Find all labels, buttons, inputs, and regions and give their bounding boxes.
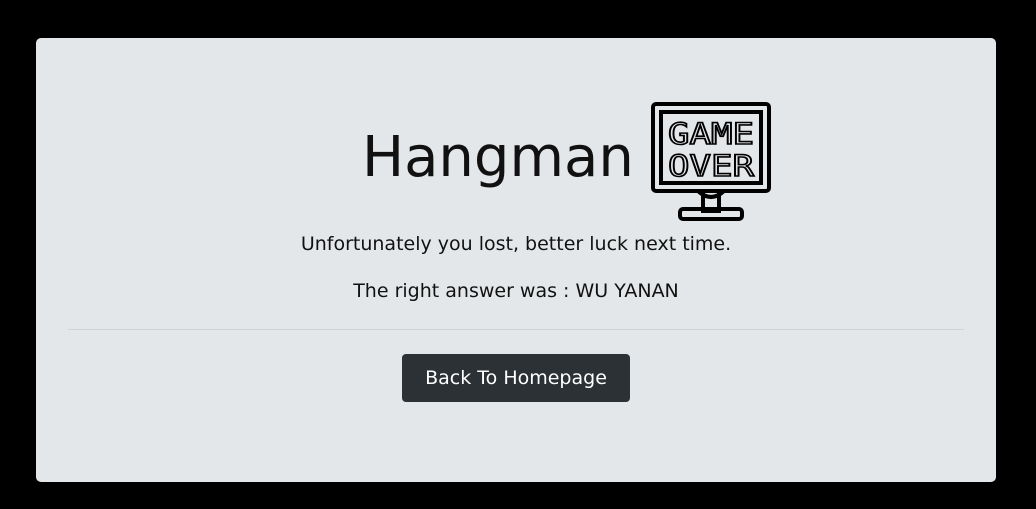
game-over-icon-text-over: OVER [668,149,755,183]
game-over-monitor-icon: GAME OVER [650,102,772,222]
title-row: Hangman GAME OVER [36,102,996,222]
page-title: Hangman [362,125,634,190]
lost-message: Unfortunately you lost, better luck next… [300,233,732,255]
divider [68,329,964,330]
back-to-homepage-button[interactable]: Back To Homepage [402,354,630,402]
answer-message: The right answer was : WU YANAN [353,280,679,302]
game-over-icon-text-game: GAME [668,117,754,151]
game-over-card: Hangman GAME OVER Unfortunately you lost… [36,38,996,482]
